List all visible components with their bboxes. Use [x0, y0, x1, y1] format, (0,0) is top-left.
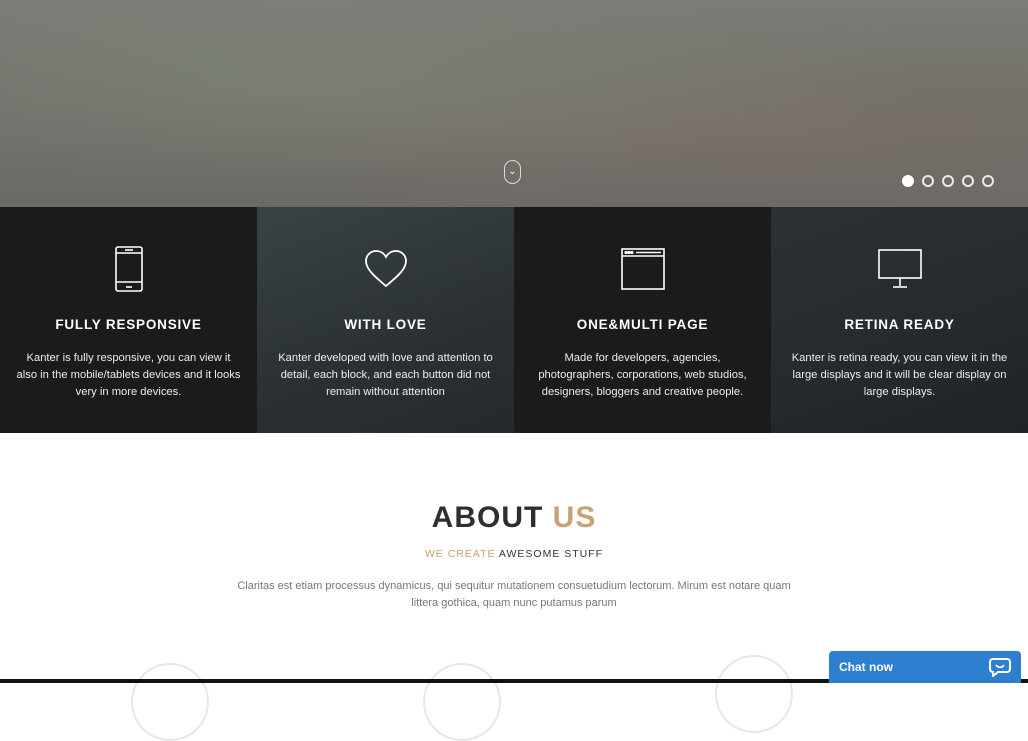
- feature-text: Kanter developed with love and attention…: [278, 352, 493, 398]
- feature-fully-responsive: FULLY RESPONSIVE Kanter is fully respons…: [0, 207, 257, 433]
- feature-title: RETINA READY: [844, 317, 955, 332]
- about-subtitle-accent: WE CREATE: [424, 548, 496, 560]
- features-strip: FULLY RESPONSIVE Kanter is fully respons…: [0, 207, 1028, 433]
- slider-dot-2[interactable]: [922, 175, 934, 187]
- feature-text: Made for developers, agencies, photograp…: [538, 352, 747, 398]
- heart-icon: [273, 245, 498, 293]
- chat-bubble-icon: [989, 657, 1011, 677]
- chevron-down-icon: ⌄: [508, 166, 517, 177]
- slider-pagination: [902, 175, 994, 187]
- about-subtitle: WE CREATE AWESOME STUFF: [0, 548, 1028, 560]
- service-icon-circle-1: [131, 663, 209, 741]
- about-title-main: ABOUT: [431, 501, 544, 534]
- hero-slider: ⌄: [0, 0, 1028, 207]
- about-description: Claritas est etiam processus dynamicus, …: [237, 580, 791, 609]
- feature-title: ONE&MULTI PAGE: [576, 317, 709, 332]
- about-heading: ABOUT US: [0, 501, 1028, 535]
- feature-text: Kanter is retina ready, you can view it …: [791, 352, 1008, 398]
- chat-label: Chat now: [839, 660, 893, 674]
- feature-title: WITH LOVE: [344, 317, 427, 332]
- service-icon-circle-3: [715, 655, 793, 733]
- browser-window-icon: [530, 245, 755, 293]
- about-title-accent: US: [552, 501, 597, 534]
- monitor-icon: [787, 245, 1012, 293]
- feature-one-multi-page: ONE&MULTI PAGE Made for developers, agen…: [514, 207, 771, 433]
- slider-dot-4[interactable]: [962, 175, 974, 187]
- scroll-down-button[interactable]: ⌄: [504, 160, 521, 184]
- feature-text: Kanter is fully responsive, you can view…: [16, 352, 241, 398]
- mobile-phone-icon: [16, 245, 241, 293]
- chat-now-button[interactable]: Chat now: [829, 651, 1021, 683]
- service-icon-circle-2: [423, 663, 501, 741]
- feature-title: FULLY RESPONSIVE: [55, 317, 202, 332]
- slider-dot-1[interactable]: [902, 175, 914, 187]
- feature-retina-ready: RETINA READY Kanter is retina ready, you…: [771, 207, 1028, 433]
- slider-dot-5[interactable]: [982, 175, 994, 187]
- feature-with-love: WITH LOVE Kanter developed with love and…: [257, 207, 514, 433]
- about-subtitle-rest: AWESOME STUFF: [498, 548, 604, 560]
- slider-dot-3[interactable]: [942, 175, 954, 187]
